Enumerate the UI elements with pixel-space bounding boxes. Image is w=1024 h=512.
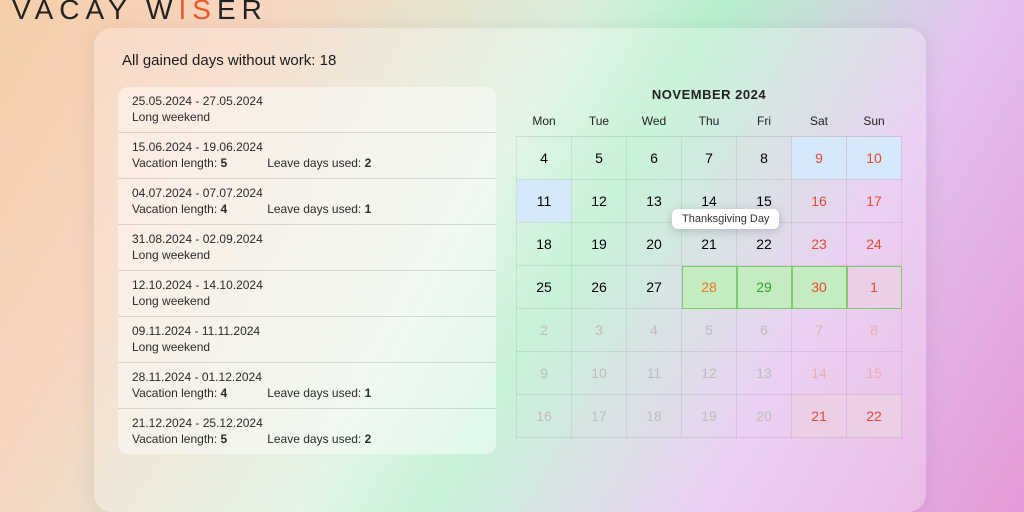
calendar-day[interactable]: 12 [682, 352, 737, 395]
calendar-day[interactable]: 10 [572, 352, 627, 395]
calendar-day[interactable]: 19 [572, 223, 627, 266]
item-dates: 31.08.2024 - 02.09.2024 [132, 232, 482, 246]
calendar-day[interactable]: 13 [737, 352, 792, 395]
calendar-day[interactable]: 18 [517, 223, 572, 266]
brand-logo: VACAY WISER [12, 0, 268, 26]
dow-header: Mon [517, 108, 572, 137]
calendar-day[interactable]: 14 [792, 352, 847, 395]
calendar-day[interactable]: 11 [517, 180, 572, 223]
calendar-title: NOVEMBER 2024 [516, 87, 902, 102]
dow-header: Wed [627, 108, 682, 137]
calendar: NOVEMBER 2024 MonTueWedThuFriSatSun 4567… [516, 87, 902, 454]
list-item[interactable]: 28.11.2024 - 01.12.2024 Vacation length: … [118, 363, 496, 409]
dow-header: Sat [792, 108, 847, 137]
calendar-day[interactable]: 7 [792, 309, 847, 352]
dow-header: Thu [682, 108, 737, 137]
item-dates: 15.06.2024 - 19.06.2024 [132, 140, 482, 154]
item-dates: 12.10.2024 - 14.10.2024 [132, 278, 482, 292]
dow-header: Sun [847, 108, 902, 137]
item-dates: 21.12.2024 - 25.12.2024 [132, 416, 482, 430]
item-used: Leave days used: 2 [267, 156, 371, 170]
list-item[interactable]: 09.11.2024 - 11.11.2024 Long weekend [118, 317, 496, 363]
list-item[interactable]: 04.07.2024 - 07.07.2024 Vacation length: … [118, 179, 496, 225]
calendar-day[interactable]: 23 [792, 223, 847, 266]
calendar-day[interactable]: 22 [847, 395, 902, 438]
item-length: Vacation length: 5 [132, 156, 227, 170]
list-item[interactable]: 25.05.2024 - 27.05.2024 Long weekend [118, 87, 496, 133]
calendar-day[interactable]: 16 [792, 180, 847, 223]
calendar-day[interactable]: 8 [737, 137, 792, 180]
item-dates: 04.07.2024 - 07.07.2024 [132, 186, 482, 200]
item-dates: 09.11.2024 - 11.11.2024 [132, 324, 482, 338]
calendar-day[interactable]: 21Thanksgiving Day [682, 223, 737, 266]
calendar-day[interactable]: 16 [517, 395, 572, 438]
list-item[interactable]: 15.06.2024 - 19.06.2024 Vacation length: … [118, 133, 496, 179]
summary-line: All gained days without work: 18 [122, 52, 902, 69]
calendar-day[interactable]: 25 [517, 266, 572, 309]
calendar-day[interactable]: 30 [792, 266, 847, 309]
calendar-day[interactable]: 26 [572, 266, 627, 309]
calendar-day[interactable]: 21 [792, 395, 847, 438]
item-sub: Long weekend [132, 248, 210, 262]
calendar-day[interactable]: 4 [517, 137, 572, 180]
dow-header: Fri [737, 108, 792, 137]
calendar-day[interactable]: 20 [627, 223, 682, 266]
item-dates: 25.05.2024 - 27.05.2024 [132, 94, 482, 108]
calendar-grid: MonTueWedThuFriSatSun 456789101112131415… [516, 108, 902, 438]
item-used: Leave days used: 1 [267, 386, 371, 400]
list-item[interactable]: 21.12.2024 - 25.12.2024 Vacation length: … [118, 409, 496, 454]
calendar-day[interactable]: 19 [682, 395, 737, 438]
calendar-day[interactable]: 6 [627, 137, 682, 180]
calendar-day[interactable]: 4 [627, 309, 682, 352]
calendar-day[interactable]: 3 [572, 309, 627, 352]
item-length: Vacation length: 5 [132, 432, 227, 446]
calendar-day[interactable]: 17 [572, 395, 627, 438]
main-panel: All gained days without work: 18 25.05.2… [94, 28, 926, 512]
dow-header: Tue [572, 108, 627, 137]
calendar-day[interactable]: 10 [847, 137, 902, 180]
item-sub: Long weekend [132, 110, 210, 124]
list-item[interactable]: 12.10.2024 - 14.10.2024 Long weekend [118, 271, 496, 317]
calendar-day[interactable]: 28 [682, 266, 737, 309]
calendar-day[interactable]: 9 [517, 352, 572, 395]
calendar-day[interactable]: 15 [847, 352, 902, 395]
item-sub: Long weekend [132, 340, 210, 354]
list-item[interactable]: 31.08.2024 - 02.09.2024 Long weekend [118, 225, 496, 271]
calendar-day[interactable]: 7 [682, 137, 737, 180]
item-length: Vacation length: 4 [132, 386, 227, 400]
calendar-day[interactable]: 9 [792, 137, 847, 180]
calendar-day[interactable]: 6 [737, 309, 792, 352]
calendar-day[interactable]: 18 [627, 395, 682, 438]
calendar-day[interactable]: 12 [572, 180, 627, 223]
holiday-tooltip: Thanksgiving Day [672, 209, 779, 229]
calendar-day[interactable]: 11 [627, 352, 682, 395]
item-length: Vacation length: 4 [132, 202, 227, 216]
calendar-day[interactable]: 2 [517, 309, 572, 352]
item-sub: Long weekend [132, 294, 210, 308]
calendar-day[interactable]: 24 [847, 223, 902, 266]
item-dates: 28.11.2024 - 01.12.2024 [132, 370, 482, 384]
calendar-day[interactable]: 20 [737, 395, 792, 438]
calendar-day[interactable]: 1 [847, 266, 902, 309]
vacation-list: 25.05.2024 - 27.05.2024 Long weekend 15.06… [118, 87, 496, 454]
item-used: Leave days used: 2 [267, 432, 371, 446]
calendar-day[interactable]: 5 [572, 137, 627, 180]
calendar-day[interactable]: 17 [847, 180, 902, 223]
calendar-day[interactable]: 5 [682, 309, 737, 352]
calendar-day[interactable]: 29 [737, 266, 792, 309]
item-used: Leave days used: 1 [267, 202, 371, 216]
calendar-day[interactable]: 27 [627, 266, 682, 309]
calendar-day[interactable]: 8 [847, 309, 902, 352]
